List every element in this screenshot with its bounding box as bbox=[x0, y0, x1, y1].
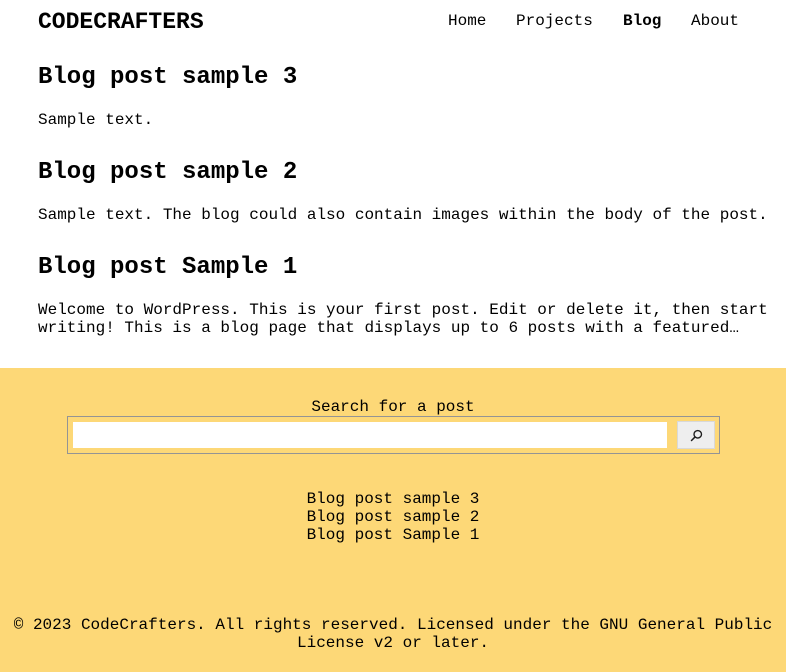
search-form bbox=[67, 416, 720, 454]
site-footer: Search for a post Blog post sample 3 Blo… bbox=[0, 368, 786, 672]
footer-post-link[interactable]: Blog post Sample 1 bbox=[0, 526, 786, 544]
search-button[interactable] bbox=[677, 421, 715, 449]
search-label: Search for a post bbox=[311, 398, 475, 416]
post-excerpt: Welcome to WordPress. This is your first… bbox=[38, 301, 768, 337]
post-excerpt: Sample text. bbox=[38, 111, 154, 129]
nav-link-about[interactable]: About bbox=[691, 11, 739, 31]
nav-link-home[interactable]: Home bbox=[448, 11, 486, 31]
search-icon bbox=[690, 429, 702, 441]
post-excerpt: Sample text. The blog could also contain… bbox=[38, 206, 768, 224]
post-title-link[interactable]: Blog post Sample 1 bbox=[38, 253, 297, 283]
post-title-link[interactable]: Blog post sample 2 bbox=[38, 158, 297, 188]
footer-post-link[interactable]: Blog post sample 2 bbox=[0, 508, 786, 526]
post-title-link[interactable]: Blog post sample 3 bbox=[38, 63, 297, 93]
site-header: CODECRAFTERS Home Projects Blog About bbox=[0, 0, 786, 44]
footer-post-link[interactable]: Blog post sample 3 bbox=[0, 490, 786, 508]
copyright-text: © 2023 CodeCrafters. All rights reserved… bbox=[13, 616, 773, 652]
site-title[interactable]: CODECRAFTERS bbox=[38, 8, 204, 36]
nav-link-blog[interactable]: Blog bbox=[623, 11, 661, 31]
footer-post-list: Blog post sample 3 Blog post sample 2 Bl… bbox=[0, 490, 786, 544]
search-input[interactable] bbox=[72, 421, 668, 449]
nav-link-projects[interactable]: Projects bbox=[516, 11, 593, 31]
